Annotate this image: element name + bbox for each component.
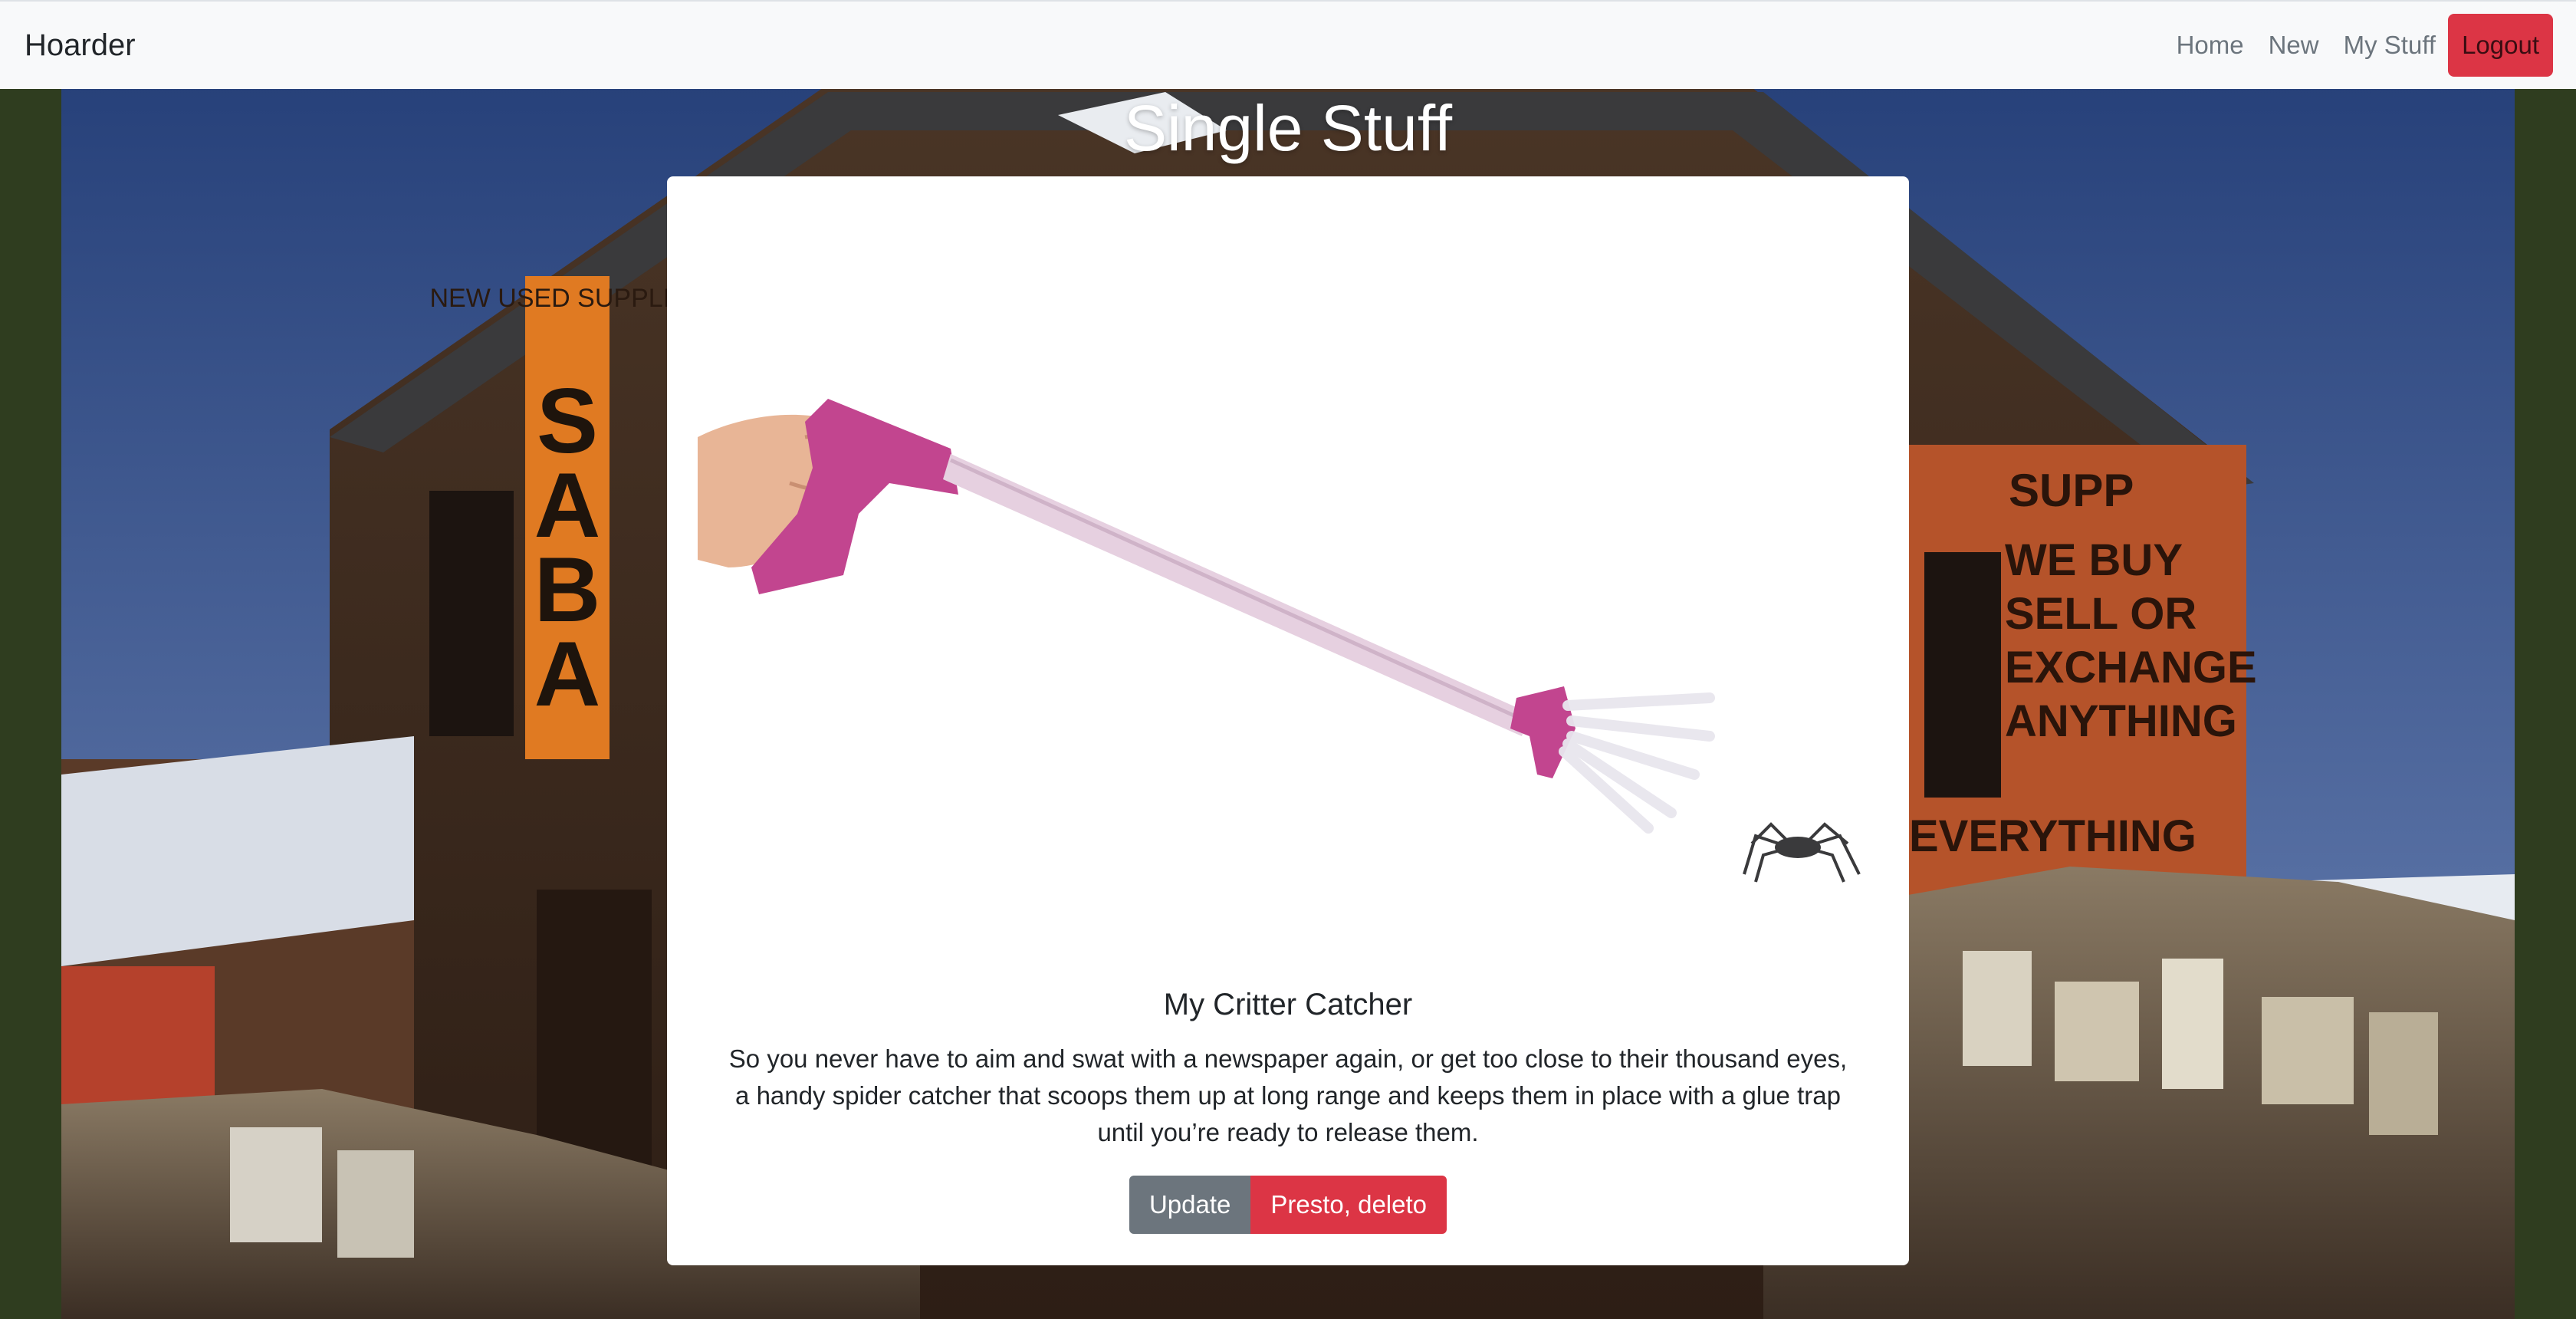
svg-text:WE BUY: WE BUY (2005, 535, 2183, 585)
svg-text:SUPP: SUPP (2009, 465, 2134, 516)
item-actions: Update Presto, deleto (698, 1176, 1878, 1234)
svg-text:SELL OR: SELL OR (2005, 589, 2196, 639)
nav-link-home[interactable]: Home (2164, 31, 2256, 60)
logout-button[interactable]: Logout (2448, 14, 2553, 77)
nav-links: Home New My Stuff Logout (2164, 14, 2553, 77)
update-button[interactable]: Update (1129, 1176, 1251, 1234)
top-navbar: Hoarder Home New My Stuff Logout (0, 0, 2576, 89)
svg-text:A: A (534, 623, 601, 725)
item-description: So you never have to aim and swat with a… (728, 1044, 1848, 1146)
brand-link[interactable]: Hoarder (25, 28, 136, 63)
nav-link-my-stuff[interactable]: My Stuff (2331, 31, 2448, 60)
item-card: My Critter Catcher So you never have to … (667, 176, 1909, 1265)
item-title: My Critter Catcher (1163, 988, 1413, 1021)
svg-text:NEW USED SUPPLIES: NEW USED SUPPLIES (430, 284, 705, 313)
page-title: Single Stuff (1123, 92, 1453, 164)
spider-catcher-image (698, 207, 1878, 959)
svg-text:EVERYTHING: EVERYTHING (1909, 811, 2196, 861)
svg-text:EXCHANGE: EXCHANGE (2005, 643, 2257, 692)
nav-link-new[interactable]: New (2256, 31, 2331, 60)
delete-button[interactable]: Presto, deleto (1250, 1176, 1447, 1234)
svg-text:ANYTHING: ANYTHING (2005, 696, 2237, 746)
